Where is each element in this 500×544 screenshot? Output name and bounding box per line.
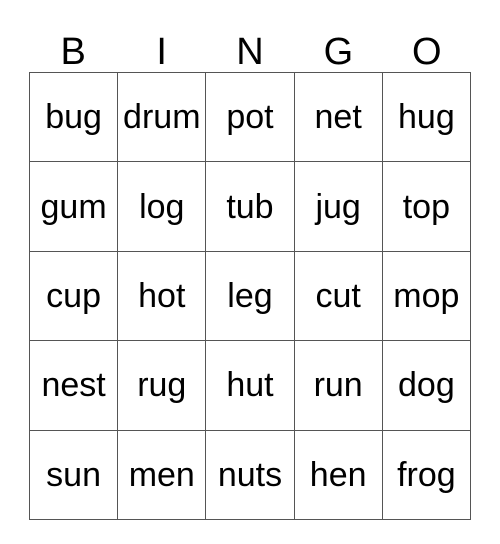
bingo-cell[interactable]: cup: [28, 250, 119, 342]
bingo-card: B I N G O bug drum pot net hug gum log t…: [28, 18, 472, 520]
bingo-cell[interactable]: jug: [293, 161, 383, 252]
bingo-cell[interactable]: sun: [28, 429, 119, 520]
bingo-cell[interactable]: gum: [28, 161, 119, 252]
bingo-cell[interactable]: tub: [205, 161, 295, 252]
bingo-cell[interactable]: rug: [117, 340, 207, 431]
bingo-cell[interactable]: top: [381, 161, 472, 252]
bingo-cell[interactable]: log: [117, 161, 207, 252]
bingo-header-letter-b: B: [60, 31, 86, 73]
bingo-grid: bug drum pot net hug gum log tub jug top…: [28, 71, 472, 520]
bingo-cell[interactable]: bug: [28, 71, 119, 163]
bingo-header-row: B I N G O: [29, 18, 471, 72]
bingo-cell[interactable]: run: [293, 340, 383, 431]
bingo-cell[interactable]: hug: [381, 71, 472, 163]
bingo-row: nest rug hut run dog: [28, 340, 472, 431]
bingo-cell[interactable]: pot: [205, 71, 295, 163]
bingo-cell[interactable]: net: [293, 71, 383, 163]
bingo-row: sun men nuts hen frog: [28, 429, 472, 520]
bingo-header-letter-i: I: [156, 31, 167, 73]
bingo-header-letter-o: O: [412, 31, 442, 73]
bingo-cell[interactable]: cut: [293, 250, 383, 342]
bingo-cell[interactable]: frog: [381, 429, 472, 520]
bingo-cell[interactable]: nuts: [205, 429, 295, 520]
bingo-cell[interactable]: mop: [381, 250, 472, 342]
bingo-cell[interactable]: drum: [117, 71, 207, 163]
bingo-header-letter-n: N: [236, 31, 264, 73]
bingo-row: bug drum pot net hug: [28, 71, 472, 163]
bingo-cell[interactable]: nest: [28, 340, 119, 431]
bingo-row: gum log tub jug top: [28, 161, 472, 252]
bingo-cell[interactable]: dog: [381, 340, 472, 431]
bingo-row: cup hot leg cut mop: [28, 250, 472, 342]
bingo-cell[interactable]: hut: [205, 340, 295, 431]
bingo-cell[interactable]: leg: [205, 250, 295, 342]
bingo-cell[interactable]: men: [117, 429, 207, 520]
bingo-cell[interactable]: hot: [117, 250, 207, 342]
bingo-header-letter-g: G: [323, 31, 354, 73]
bingo-cell[interactable]: hen: [293, 429, 383, 520]
